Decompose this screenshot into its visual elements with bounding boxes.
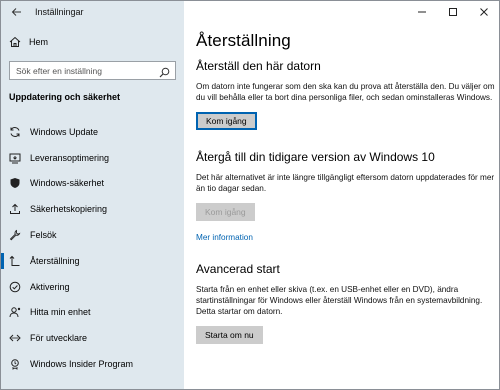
sidebar: Inställningar Hem Uppdatering och säkerh…	[1, 1, 184, 389]
window-controls	[406, 1, 499, 23]
sidebar-item-backup[interactable]: Säkerhetskopiering	[1, 196, 184, 222]
maximize-icon[interactable]	[437, 1, 468, 23]
home-label: Hem	[29, 37, 49, 47]
sidebar-item-for-developers[interactable]: För utvecklare	[1, 325, 184, 351]
close-icon[interactable]	[468, 1, 499, 23]
goback-description: Det här alternativet är inte längre till…	[196, 173, 495, 193]
recovery-icon	[8, 254, 22, 268]
sidebar-item-find-my-device[interactable]: Hitta min enhet	[1, 300, 184, 326]
goback-get-started-button: Kom igång	[196, 203, 255, 222]
advanced-startup-description: Starta från en enhet eller skiva (t.ex. …	[196, 285, 483, 316]
wrench-icon	[8, 228, 22, 242]
more-information-link[interactable]: Mer information	[196, 233, 496, 242]
search-box[interactable]	[9, 61, 176, 80]
reset-description: Om datorn inte fungerar som den ska kan …	[196, 82, 495, 102]
upload-icon	[8, 202, 22, 216]
sidebar-item-windows-security[interactable]: Windows-säkerhet	[1, 171, 184, 197]
sidebar-item-label: Säkerhetskopiering	[30, 204, 108, 215]
settings-window: Inställningar Hem Uppdatering och säkerh…	[0, 0, 500, 390]
search-icon[interactable]	[159, 65, 170, 83]
minimize-icon[interactable]	[406, 1, 437, 23]
developer-icon	[8, 331, 22, 345]
delivery-icon	[8, 151, 22, 165]
sidebar-item-label: Windows Insider Program	[30, 359, 134, 370]
sidebar-item-label: Aktivering	[30, 281, 70, 292]
sidebar-item-windows-insider[interactable]: Windows Insider Program	[1, 351, 184, 377]
sidebar-item-label: Windows Update	[30, 126, 99, 137]
reset-heading: Återställ den här datorn	[196, 59, 321, 73]
home-icon	[8, 35, 22, 49]
checkmark-circle-icon	[8, 280, 22, 294]
sidebar-item-activation[interactable]: Aktivering	[1, 274, 184, 300]
sidebar-item-label: Felsök	[30, 230, 57, 241]
sidebar-item-label: Återställning	[30, 255, 80, 266]
advanced-startup-heading: Avancerad start	[196, 262, 280, 277]
sidebar-item-label: Hitta min enhet	[30, 307, 91, 318]
shield-icon	[8, 176, 22, 190]
insider-icon	[8, 357, 22, 371]
window-title: Inställningar	[35, 7, 84, 17]
restart-now-button[interactable]: Starta om nu	[196, 326, 263, 345]
home-link[interactable]: Hem	[8, 35, 48, 49]
page-title: Återställning	[196, 31, 291, 50]
sidebar-item-label: Windows-säkerhet	[30, 178, 105, 189]
person-location-icon	[8, 305, 22, 319]
sidebar-item-windows-update[interactable]: Windows Update	[1, 119, 184, 145]
sidebar-item-label: För utvecklare	[30, 333, 88, 344]
main-panel: Återställning Återställ den här datorn O…	[184, 1, 499, 389]
content: Återställning Återställ den här datorn O…	[196, 31, 496, 345]
titlebar: Inställningar	[1, 1, 184, 23]
section-heading: Uppdatering och säkerhet	[9, 92, 121, 102]
search-input[interactable]	[16, 65, 156, 76]
reset-get-started-button[interactable]: Kom igång	[196, 112, 257, 131]
sidebar-item-delivery-optimization[interactable]: Leveransoptimering	[1, 145, 184, 171]
goback-heading: Återgå till din tidigare version av Wind…	[196, 150, 435, 165]
sidebar-item-recovery[interactable]: Återställning	[1, 248, 184, 274]
sidebar-item-troubleshoot[interactable]: Felsök	[1, 222, 184, 248]
sync-icon	[8, 125, 22, 139]
sidebar-item-label: Leveransoptimering	[30, 152, 110, 163]
sidebar-nav: Windows Update Leveransoptimering Window…	[1, 119, 184, 377]
back-arrow-icon[interactable]	[9, 5, 23, 19]
